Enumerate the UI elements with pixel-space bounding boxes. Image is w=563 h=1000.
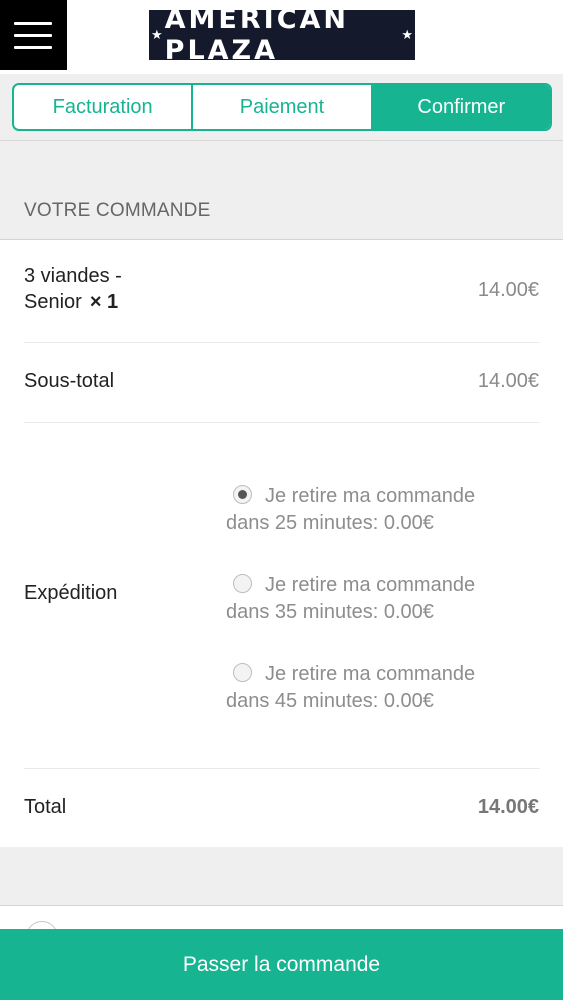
total-value: 14.00€ [477, 796, 539, 818]
order-item-name: 3 viandes - Senior × 1 [24, 263, 122, 315]
brand-logo-text: AMERICAN PLAZA [164, 4, 350, 66]
top-bar: ★ AMERICAN PLAZA ★ [0, 0, 563, 74]
step-paiement[interactable]: Paiement [191, 85, 370, 129]
shipping-option-25[interactable]: Je retire ma commande dans 25 minutes: 0… [226, 483, 526, 537]
brand-logo[interactable]: ★ AMERICAN PLAZA ★ [149, 4, 415, 66]
row-divider [24, 768, 540, 769]
shipping-option-line1: Je retire ma commande [265, 663, 476, 685]
star-icon: ★ [401, 27, 413, 43]
total-label: Total [24, 796, 67, 818]
menu-line [14, 46, 52, 49]
step-facturation[interactable]: Facturation [14, 85, 191, 129]
item-quantity: × 1 [89, 291, 119, 313]
section-title: VOTRE COMMANDE [24, 200, 211, 221]
menu-line [14, 22, 52, 25]
hamburger-menu-icon[interactable] [0, 0, 67, 70]
radio-selected-icon[interactable] [233, 485, 252, 504]
menu-line [14, 34, 52, 37]
shipping-option-line2: dans 35 minutes: 0.00€ [226, 601, 434, 623]
shipping-option-45[interactable]: Je retire ma commande dans 45 minutes: 0… [226, 661, 526, 715]
subtotal-value: 14.00€ [477, 370, 539, 392]
row-divider [24, 342, 540, 343]
star-icon: ★ [151, 27, 163, 43]
item-price: 14.00€ [477, 279, 539, 301]
radio-unselected-icon[interactable] [233, 663, 252, 682]
shipping-option-line2: dans 25 minutes: 0.00€ [226, 512, 434, 534]
item-name-line1: 3 viandes - [24, 265, 122, 287]
shipping-option-35[interactable]: Je retire ma commande dans 35 minutes: 0… [226, 572, 526, 626]
row-divider [24, 422, 540, 423]
subtotal-label: Sous-total [24, 370, 115, 392]
place-order-button[interactable]: Passer la commande [0, 929, 563, 1000]
shipping-option-line2: dans 45 minutes: 0.00€ [226, 690, 434, 712]
order-card [0, 239, 563, 848]
step-confirmer[interactable]: Confirmer [370, 85, 550, 129]
shipping-label: Expédition [24, 582, 118, 604]
radio-unselected-icon[interactable] [233, 574, 252, 593]
item-name-line2: Senior [24, 291, 82, 313]
section-header-band [0, 140, 563, 241]
lower-gap [0, 847, 563, 905]
shipping-option-line1: Je retire ma commande [265, 485, 476, 507]
checkout-steps: Facturation Paiement Confirmer [12, 83, 552, 131]
shipping-option-line1: Je retire ma commande [265, 574, 476, 596]
